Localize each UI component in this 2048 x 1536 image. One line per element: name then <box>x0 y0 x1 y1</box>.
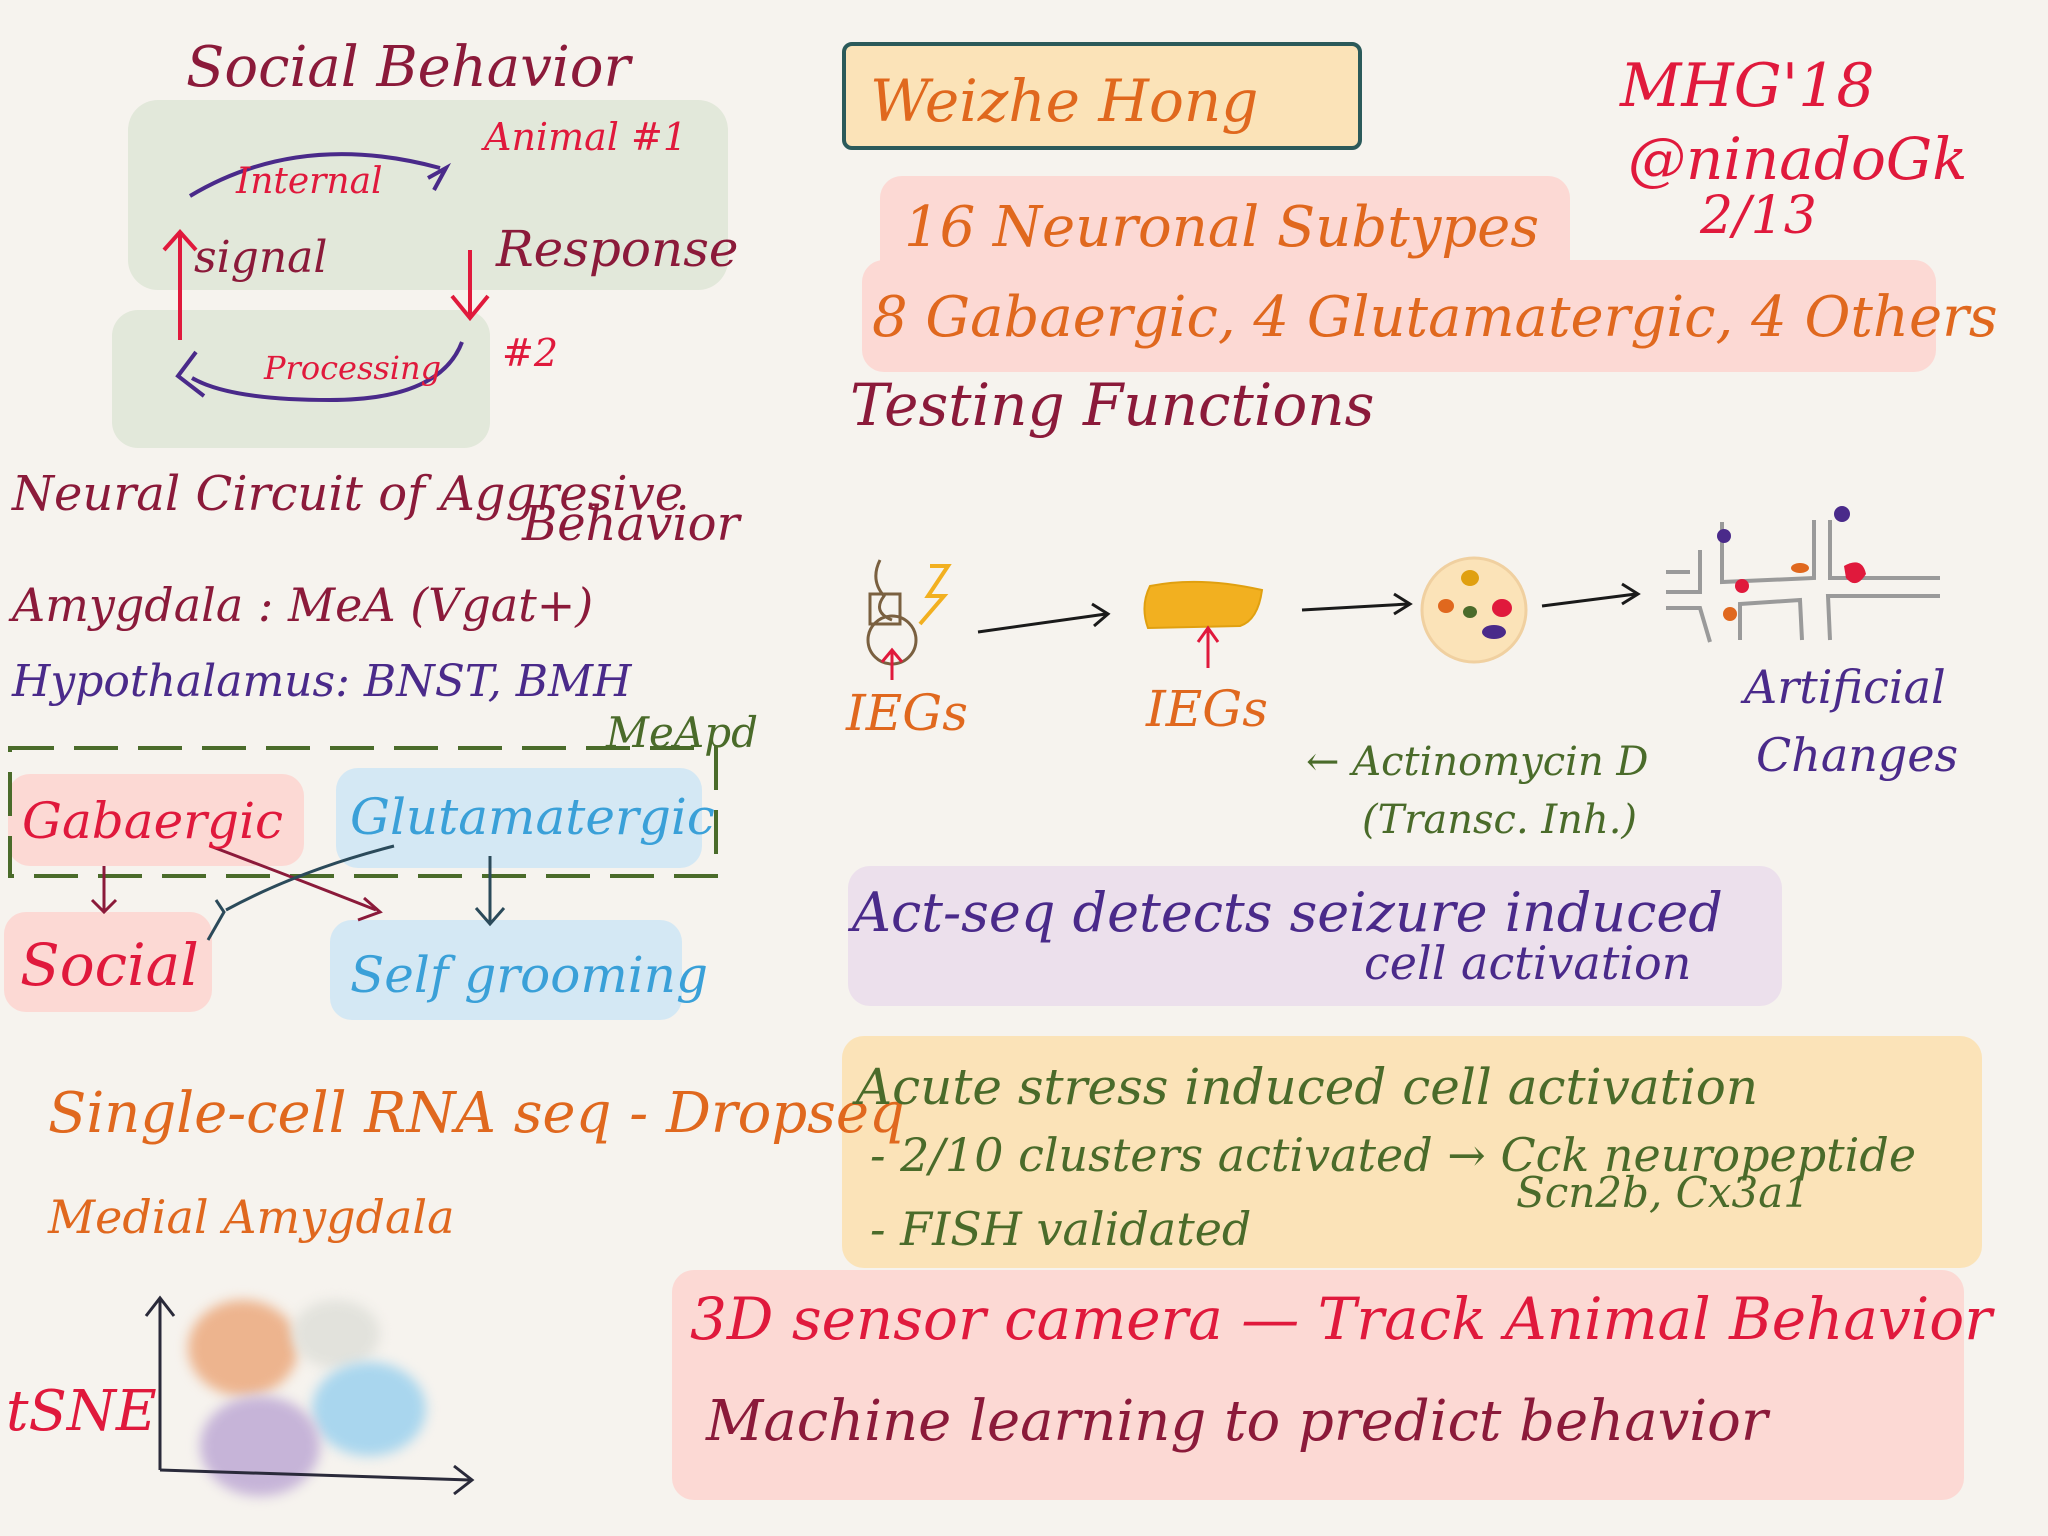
stress-line1: Acute stress induced cell activation <box>856 1058 1759 1116</box>
stress-line3: Scn2b, Cx3a1 <box>1516 1168 1810 1217</box>
signal-label: signal <box>194 232 328 283</box>
ieg-label-1: IEGs <box>846 684 968 742</box>
transcription-inhibitor-label: (Transc. Inh.) <box>1362 797 1638 843</box>
animal-2-label: #2 <box>502 331 559 375</box>
actseq-line1: Act-seq detects seizure induced <box>852 881 1723 944</box>
tsne-cluster-grey <box>292 1300 380 1368</box>
artificial-label: Artificial <box>1744 660 1946 714</box>
scrna-line1: Single-cell RNA seq - Dropseq <box>48 1081 905 1146</box>
tsne-cluster-purple <box>200 1396 320 1496</box>
tsne-label: tSNE <box>6 1379 157 1444</box>
changes-label: Changes <box>1756 728 1959 782</box>
internal-label: Internal <box>236 161 383 202</box>
glutamatergic-label: Glutamatergic <box>350 788 715 846</box>
animal-1-label: Animal #1 <box>484 115 688 159</box>
stress-line4: - FISH validated <box>870 1202 1252 1256</box>
subtypes-line2: 8 Gabaergic, 4 Glutamatergic, 4 Others <box>872 285 1998 350</box>
tsne-cluster-orange <box>188 1300 298 1396</box>
actseq-line2: cell activation <box>1364 936 1692 990</box>
date: 2/13 <box>1700 186 1817 246</box>
hypothalamus-line: Hypothalamus: BNST, BMH <box>12 656 632 707</box>
testing-functions: Testing Functions <box>850 371 1375 439</box>
camera-line2: Machine learning to predict behavior <box>706 1389 1768 1454</box>
scrna-line2: Medial Amygdala <box>48 1190 455 1244</box>
social-behavior-title: Social Behavior <box>186 35 631 100</box>
social-output-label: Social <box>20 931 199 999</box>
subtypes-line1: 16 Neuronal Subtypes <box>904 195 1540 260</box>
camera-line1: 3D sensor camera — Track Animal Behavior <box>690 1285 1992 1353</box>
ieg-label-2: IEGs <box>1146 680 1268 738</box>
author-handle: @ninadoGk <box>1628 125 1968 193</box>
response-label: Response <box>496 220 739 278</box>
processing-label: Processing <box>264 349 442 387</box>
amygdala-line: Amygdala : MeA (Vgat+) <box>12 578 594 632</box>
event-tag: MHG'18 <box>1620 51 1875 121</box>
tsne-cluster-blue <box>312 1362 426 1456</box>
meapd-label: MeApd <box>606 708 758 757</box>
gabaergic-label: Gabaergic <box>22 792 284 850</box>
speaker-name: Weizhe Hong <box>870 67 1259 135</box>
circuit-title-line2: Behavior <box>522 496 740 552</box>
actinomycin-label: ← Actinomycin D <box>1306 739 1649 785</box>
selfgrooming-label: Self grooming <box>350 946 708 1004</box>
